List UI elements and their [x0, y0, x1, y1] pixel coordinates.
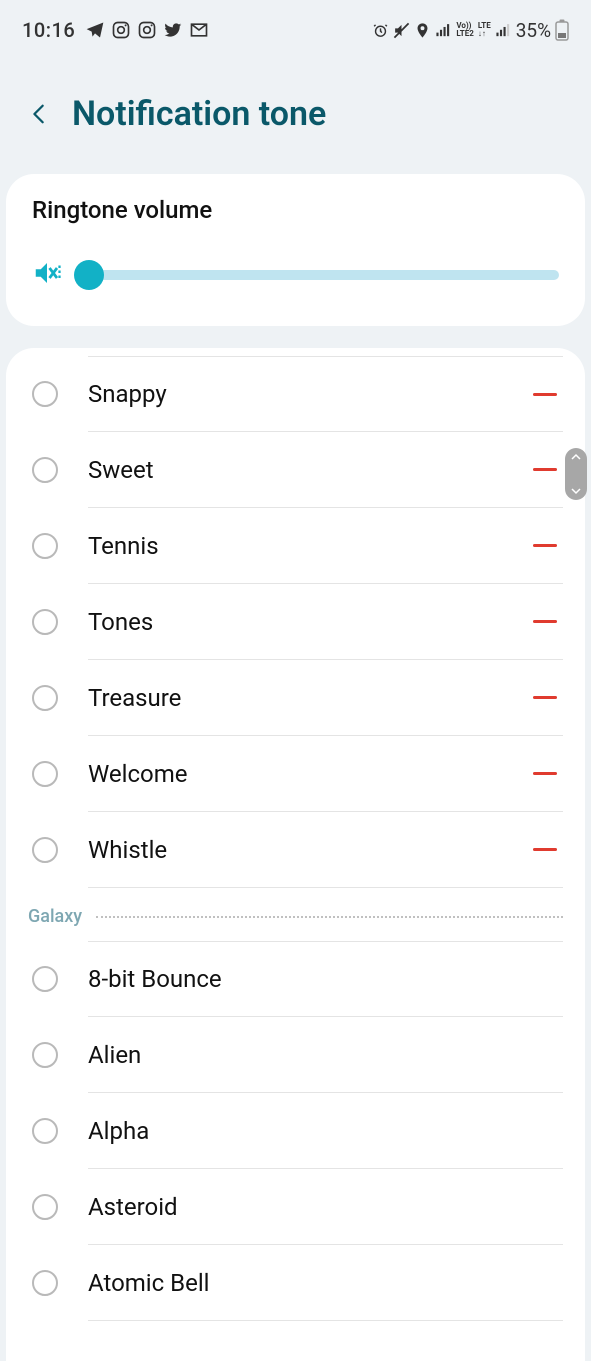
tone-row[interactable]: 8-bit Bounce [6, 941, 585, 1017]
tone-row[interactable]: Snappy [6, 356, 585, 432]
battery-percent: 35% [516, 19, 551, 42]
tone-label: Welcome [88, 760, 188, 788]
tone-label: Atomic Bell [88, 1269, 210, 1297]
tone-label: Snappy [88, 380, 167, 408]
tone-row-inner: Whistle [88, 812, 563, 888]
tone-row-inner: Tones [88, 584, 563, 660]
volume-slider-row [32, 258, 559, 292]
status-left: 10:16 [22, 18, 209, 42]
tone-label: Treasure [88, 684, 181, 712]
radio-button[interactable] [32, 1194, 58, 1220]
remove-icon[interactable] [533, 544, 557, 547]
signal-bars-icon-2 [495, 22, 512, 39]
radio-button[interactable] [32, 533, 58, 559]
tone-row-inner: Welcome [88, 736, 563, 812]
page-header: Notification tone [0, 54, 591, 174]
alarm-icon [372, 22, 389, 39]
remove-icon[interactable] [533, 696, 557, 699]
section-header-label: Galaxy [28, 906, 82, 927]
page-title: Notification tone [72, 94, 326, 134]
tone-section: 8-bit Bounce Alien Alpha Asteroid Atomic Bel… [6, 933, 585, 1321]
tone-label: 8-bit Bounce [88, 965, 222, 993]
tone-row-inner: Sweet [88, 432, 563, 508]
remove-icon[interactable] [533, 848, 557, 851]
tone-label: Alien [88, 1041, 141, 1069]
remove-icon[interactable] [533, 468, 557, 471]
tone-row-inner: Snappy [88, 356, 563, 432]
tone-label: Tones [88, 608, 153, 636]
radio-button[interactable] [32, 966, 58, 992]
lte2-label: LTE2 [456, 30, 474, 38]
status-bar: 10:16 Vo)) LTE2 [0, 0, 591, 54]
ringtone-volume-label: Ringtone volume [32, 196, 559, 224]
tone-row[interactable]: Tennis [6, 508, 585, 584]
tone-row[interactable]: Sweet [6, 432, 585, 508]
volte-indicator: Vo)) LTE2 [456, 22, 474, 38]
tone-row[interactable]: Tones [6, 584, 585, 660]
tone-label: Whistle [88, 836, 167, 864]
tone-label: Asteroid [88, 1193, 178, 1221]
radio-button[interactable] [32, 1042, 58, 1068]
telegram-icon [85, 20, 105, 40]
chevron-down-icon [571, 487, 581, 495]
radio-button[interactable] [32, 761, 58, 787]
chevron-left-icon [28, 99, 50, 129]
location-icon [414, 22, 431, 39]
section-divider [96, 916, 563, 918]
radio-button[interactable] [32, 609, 58, 635]
tone-row[interactable]: Asteroid [6, 1169, 585, 1245]
lte-indicator: LTE ↓↑ [478, 22, 491, 38]
radio-button[interactable] [32, 837, 58, 863]
radio-button[interactable] [32, 685, 58, 711]
ringtone-volume-card: Ringtone volume [6, 174, 585, 326]
tone-row[interactable]: Welcome [6, 736, 585, 812]
tone-row[interactable]: Treasure [6, 660, 585, 736]
status-time: 10:16 [22, 18, 75, 42]
tones-list-card: Snappy Sweet Tennis Tones Treasure Welcome Whi… [6, 348, 585, 1361]
radio-button[interactable] [32, 1270, 58, 1296]
mute-icon [393, 22, 410, 39]
tone-row-inner: Asteroid [88, 1169, 563, 1245]
radio-button[interactable] [32, 1118, 58, 1144]
gmail-icon [189, 20, 209, 40]
section-header: Galaxy [6, 888, 585, 933]
fast-scroll-handle[interactable] [565, 448, 587, 500]
tone-label: Alpha [88, 1117, 149, 1145]
tone-row-inner: Alien [88, 1017, 563, 1093]
tone-row[interactable]: Whistle [6, 812, 585, 888]
signal-bars-icon [435, 22, 452, 39]
remove-icon[interactable] [533, 393, 557, 396]
volume-slider-thumb[interactable] [74, 260, 104, 290]
tone-row[interactable]: Atomic Bell [6, 1245, 585, 1321]
back-button[interactable] [28, 99, 50, 129]
remove-icon[interactable] [533, 620, 557, 623]
radio-button[interactable] [32, 381, 58, 407]
tone-row[interactable]: Alpha [6, 1093, 585, 1169]
tone-row[interactable]: Alien [6, 1017, 585, 1093]
volume-mute-icon[interactable] [32, 258, 62, 292]
instagram-icon [111, 20, 131, 40]
tone-row-inner: 8-bit Bounce [88, 941, 563, 1017]
status-right: Vo)) LTE2 LTE ↓↑ 35% [372, 19, 569, 42]
volume-slider[interactable] [80, 270, 559, 280]
tone-row-inner: Atomic Bell [88, 1245, 563, 1321]
chevron-up-icon [571, 453, 581, 461]
tone-row-inner: Tennis [88, 508, 563, 584]
tone-label: Tennis [88, 532, 159, 560]
battery-icon [555, 19, 569, 41]
radio-button[interactable] [32, 457, 58, 483]
remove-icon[interactable] [533, 772, 557, 775]
tone-section: Snappy Sweet Tennis Tones Treasure Welcome Whi… [6, 348, 585, 888]
instagram-icon-2 [137, 20, 157, 40]
twitter-icon [163, 20, 183, 40]
tone-row-inner: Alpha [88, 1093, 563, 1169]
tone-label: Sweet [88, 456, 154, 484]
tone-row-inner: Treasure [88, 660, 563, 736]
data-arrows-icon: ↓↑ [478, 30, 491, 38]
